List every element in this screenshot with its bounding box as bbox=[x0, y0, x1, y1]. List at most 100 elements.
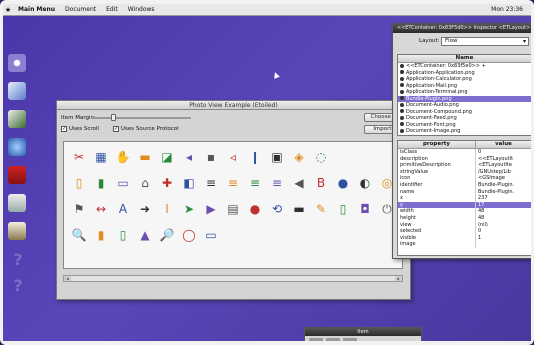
item-window-control[interactable] bbox=[343, 338, 357, 341]
property-value[interactable]: (nil) bbox=[476, 222, 531, 229]
grid-icon[interactable]: ▭ bbox=[115, 175, 131, 191]
grid-icon[interactable]: ◂ bbox=[181, 149, 197, 165]
item-window-title[interactable]: Item bbox=[305, 328, 421, 336]
grid-icon[interactable]: ◀ bbox=[291, 175, 307, 191]
property-row[interactable]: view (nil) bbox=[398, 221, 531, 229]
grid-icon[interactable]: ✚ bbox=[159, 175, 175, 191]
grid-icon[interactable]: A bbox=[115, 201, 131, 217]
grid-icon[interactable]: ➤ bbox=[181, 201, 197, 217]
item-window-control[interactable] bbox=[326, 338, 340, 341]
property-value[interactable]: <<ETLayoutIt bbox=[476, 156, 531, 163]
property-table[interactable]: property value isClass 0 description <<ETLa… bbox=[397, 140, 531, 256]
property-value[interactable]: 237 bbox=[476, 195, 531, 202]
inspector-title[interactable]: <<ETContainer: 0x83F5d0>> Inspector <ETL… bbox=[393, 24, 531, 33]
grid-icon[interactable]: ⚑ bbox=[71, 201, 87, 217]
grid-icon[interactable] bbox=[247, 227, 263, 243]
scroll-left-icon[interactable]: ◂ bbox=[64, 276, 71, 281]
property-row[interactable]: icon <GSImage bbox=[398, 175, 531, 182]
grid-icon[interactable]: ▦ bbox=[93, 149, 109, 165]
unknown-app-icon-2[interactable]: ? bbox=[10, 276, 26, 295]
grid-icon[interactable]: B bbox=[313, 175, 329, 191]
menu-document[interactable]: Document bbox=[60, 6, 101, 13]
grid-icon[interactable]: ≡ bbox=[247, 175, 263, 191]
property-value[interactable]: 0 bbox=[476, 149, 531, 156]
property-value[interactable]: <GSImage bbox=[476, 175, 531, 182]
grid-icon[interactable]: ✋ bbox=[115, 149, 131, 165]
grid-icon[interactable]: ▯ bbox=[71, 175, 87, 191]
grid-icon[interactable]: ● bbox=[335, 175, 351, 191]
property-value[interactable] bbox=[476, 241, 531, 248]
grid-icon[interactable]: ◐ bbox=[357, 175, 373, 191]
grid-icon[interactable]: ↔ bbox=[93, 201, 109, 217]
star-icon[interactable] bbox=[8, 54, 26, 72]
grid-icon[interactable]: ❙ bbox=[247, 149, 263, 165]
property-value[interactable]: Bundle-Plugin. bbox=[476, 189, 531, 196]
property-row[interactable]: identifier Bundle-Plugin. bbox=[398, 181, 531, 189]
calculator-icon[interactable] bbox=[8, 194, 26, 212]
property-value[interactable]: 17 bbox=[476, 202, 531, 209]
gnustep-logo-icon[interactable]: ★ bbox=[3, 6, 13, 14]
property-value[interactable]: /GNUstep/Lib bbox=[476, 169, 531, 176]
grid-icon[interactable]: ⌂ bbox=[137, 175, 153, 191]
property-column-header[interactable]: property bbox=[398, 141, 476, 148]
horizontal-scrollbar[interactable]: ◂ ▸ bbox=[63, 275, 403, 282]
grid-icon[interactable]: ✎ bbox=[313, 201, 329, 217]
property-row[interactable]: description <<ETLayoutIt bbox=[398, 155, 531, 163]
name-header[interactable]: Name bbox=[398, 55, 531, 63]
grid-icon[interactable]: ◌ bbox=[313, 149, 329, 165]
grid-icon[interactable]: ▣ bbox=[269, 149, 285, 165]
menu-main-menu[interactable]: Main Menu bbox=[13, 6, 60, 13]
grid-icon[interactable]: ◘ bbox=[357, 201, 373, 217]
grid-icon[interactable]: ▶ bbox=[203, 201, 219, 217]
property-row[interactable]: isClass 0 bbox=[398, 149, 531, 156]
grid-icon[interactable]: ◪ bbox=[159, 149, 175, 165]
grid-icon[interactable]: ◈ bbox=[291, 149, 307, 165]
grid-icon[interactable]: ▬ bbox=[137, 149, 153, 165]
property-row[interactable]: primitiveDescription <ETLayoutIte bbox=[398, 162, 531, 169]
bird-icon[interactable] bbox=[8, 82, 26, 100]
uses-scroll-checkbox[interactable]: ✓ bbox=[61, 126, 67, 132]
layout-select[interactable]: Flow bbox=[441, 37, 529, 46]
property-row[interactable]: name Bundle-Plugin. bbox=[398, 188, 531, 196]
property-value[interactable]: 48 bbox=[476, 208, 531, 215]
globe-icon[interactable] bbox=[8, 138, 26, 156]
grid-icon[interactable]: ◧ bbox=[181, 175, 197, 191]
grid-icon[interactable] bbox=[357, 149, 373, 165]
grid-icon[interactable]: ▤ bbox=[225, 201, 241, 217]
menu-edit[interactable]: Edit bbox=[101, 6, 123, 13]
property-row[interactable]: selected 0 bbox=[398, 228, 531, 235]
icon-view[interactable]: ✂ ▦ ✋ ▬ ◪ ◂ ▪ ◃ ❙ ▣ ◈ ◌ ▯ ▮ ▭ ⌂ ✚ ◧ ≡ ≡ ≡ ≡ ◀ B ● ◐ ◎ ⚑ ↔ A ➜ I ➤ ▶ ▤ ● ⟲ ▬ ✎ ▯… bbox=[63, 141, 403, 269]
grid-icon[interactable]: ▭ bbox=[203, 227, 219, 243]
slider-knob[interactable] bbox=[111, 114, 116, 121]
property-value[interactable]: 48 bbox=[476, 215, 531, 222]
grid-icon[interactable]: ≡ bbox=[203, 175, 219, 191]
grid-icon[interactable]: ◯ bbox=[181, 227, 197, 243]
book-icon[interactable] bbox=[8, 166, 26, 184]
grid-icon[interactable] bbox=[291, 227, 307, 243]
value-column-header[interactable]: value bbox=[476, 141, 531, 148]
item-window-control[interactable] bbox=[309, 338, 323, 341]
name-table[interactable]: Name <<ETContainer: 0x83f5e0>> + Applicat… bbox=[397, 54, 531, 136]
grid-icon[interactable]: I bbox=[159, 201, 175, 217]
window-title[interactable]: Photo View Example (Etoiled) bbox=[57, 101, 410, 110]
grid-icon[interactable] bbox=[225, 227, 241, 243]
grid-icon[interactable]: 🔍 bbox=[71, 227, 87, 243]
grid-icon[interactable]: ▲ bbox=[137, 227, 153, 243]
property-row[interactable]: y 17 bbox=[398, 201, 531, 209]
grid-icon[interactable] bbox=[269, 227, 285, 243]
grid-icon[interactable] bbox=[313, 227, 329, 243]
property-value[interactable]: 1 bbox=[476, 235, 531, 242]
uses-source-protocol-checkbox[interactable]: ✓ bbox=[113, 126, 119, 132]
property-row[interactable]: height 48 bbox=[398, 214, 531, 222]
scroll-right-icon[interactable]: ▸ bbox=[395, 276, 402, 281]
grid-icon[interactable]: ▮ bbox=[93, 175, 109, 191]
property-row[interactable]: x 237 bbox=[398, 195, 531, 202]
property-row[interactable]: stringValue/GNUstep/Lib bbox=[398, 168, 531, 176]
grid-icon[interactable]: ▯ bbox=[115, 227, 131, 243]
property-row[interactable]: width 48 bbox=[398, 208, 531, 215]
menu-windows[interactable]: Windows bbox=[123, 6, 160, 13]
grid-icon[interactable]: ✂ bbox=[71, 149, 87, 165]
checklist-icon[interactable] bbox=[8, 110, 26, 128]
grid-icon[interactable]: ▯ bbox=[335, 201, 351, 217]
property-value[interactable]: <ETLayoutIte bbox=[476, 162, 531, 169]
